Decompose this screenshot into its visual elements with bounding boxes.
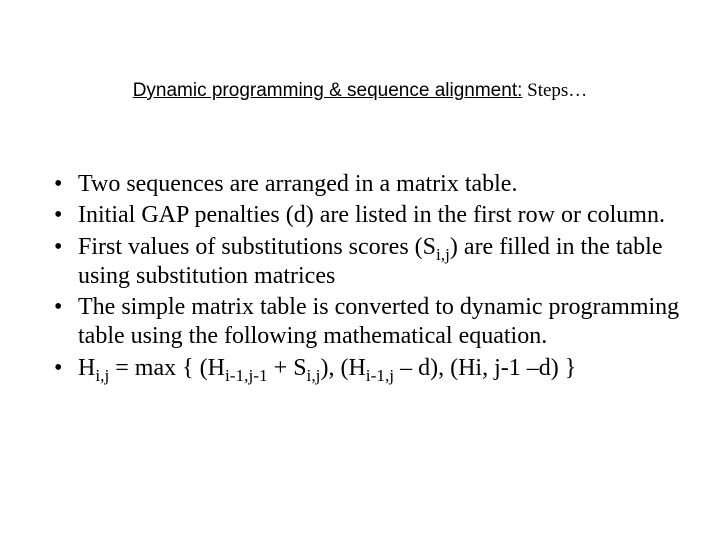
bullet-list: Two sequences are arranged in a matrix t… bbox=[48, 170, 680, 383]
subscript: i,j bbox=[95, 365, 109, 384]
title-suffix: Steps… bbox=[522, 80, 587, 101]
bullet-text-part: First values of substitutions scores (S bbox=[78, 234, 436, 260]
list-item: The simple matrix table is converted to … bbox=[48, 293, 680, 352]
bullet-text-part: = max { (H bbox=[109, 355, 225, 381]
slide-body: Two sequences are arranged in a matrix t… bbox=[48, 170, 680, 385]
subscript: i-1,j bbox=[366, 365, 394, 384]
bullet-text-part: + S bbox=[268, 355, 307, 381]
slide-title: Dynamic programming & sequence alignment… bbox=[0, 80, 720, 102]
subscript: i,j bbox=[307, 365, 321, 384]
bullet-text-part: H bbox=[78, 355, 95, 381]
list-item: Initial GAP penalties (d) are listed in … bbox=[48, 201, 680, 230]
bullet-text: The simple matrix table is converted to … bbox=[78, 294, 679, 349]
subscript: i,j bbox=[436, 244, 450, 263]
list-item: First values of substitutions scores (Si… bbox=[48, 233, 680, 292]
bullet-text-part: ), (H bbox=[320, 355, 365, 381]
list-item: Two sequences are arranged in a matrix t… bbox=[48, 170, 680, 199]
bullet-text: Two sequences are arranged in a matrix t… bbox=[78, 171, 517, 197]
subscript: i-1,j-1 bbox=[225, 365, 268, 384]
bullet-text-part: – d), (Hi, j-1 –d) } bbox=[394, 355, 576, 381]
list-item: Hi,j = max { (Hi-1,j-1 + Si,j), (Hi-1,j … bbox=[48, 354, 680, 383]
title-main: Dynamic programming & sequence alignment… bbox=[133, 80, 523, 101]
slide: Dynamic programming & sequence alignment… bbox=[0, 0, 720, 540]
bullet-text: Initial GAP penalties (d) are listed in … bbox=[78, 202, 665, 228]
